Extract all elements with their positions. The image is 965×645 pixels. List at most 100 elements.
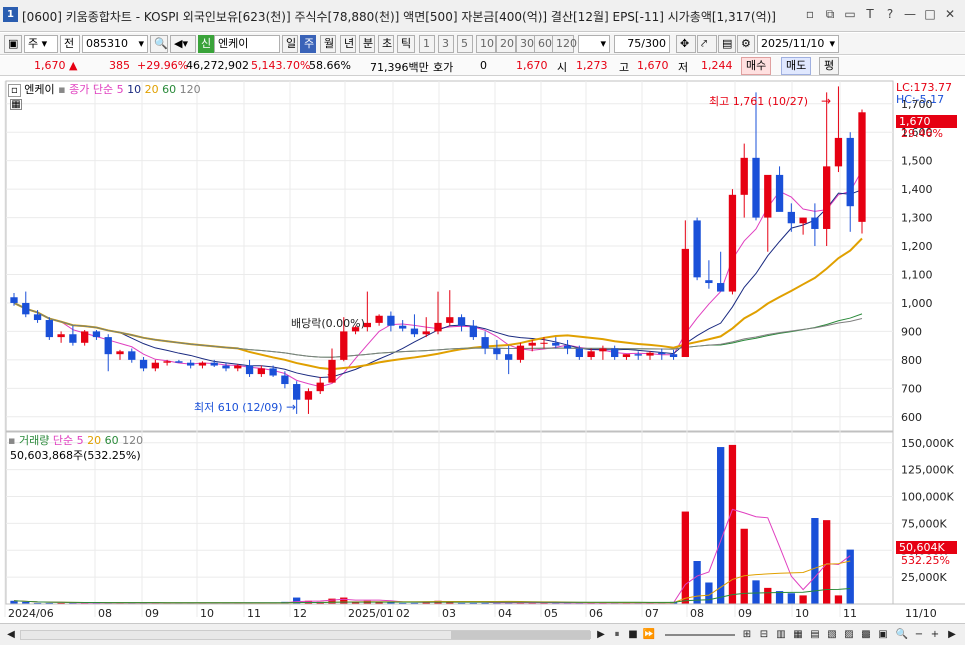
stop-icon[interactable]: ■ <box>626 627 640 642</box>
period-select[interactable]: 주 ▾ <box>24 35 58 53</box>
stock-code-input[interactable]: 085310 ▾ <box>82 35 148 53</box>
interval-120[interactable]: 120 <box>552 35 577 53</box>
zoom-area-icon[interactable]: ⊟ <box>757 627 771 642</box>
price-legend: ▫ 엔케이 ▪ 종가 단순 5 10 20 60 120 <box>8 81 201 97</box>
volume-bar <box>764 587 772 604</box>
open-price: 1,273 <box>576 59 608 72</box>
time-tick-label: 06 <box>589 607 603 620</box>
candlestick-chart[interactable]: 1,7001,6001,5001,4001,3001,2001,1001,000… <box>0 77 965 623</box>
interval-5[interactable]: 5 <box>457 35 473 53</box>
sound-icon[interactable]: ◀▾ <box>170 35 196 53</box>
volume-tag: 50,604K <box>899 541 945 554</box>
zoom-search-icon[interactable]: 🔍 <box>895 627 909 642</box>
help-icon[interactable]: ? <box>883 6 897 22</box>
tab-year[interactable]: 년 <box>340 35 356 53</box>
price-tick-label: 1,100 <box>901 268 933 281</box>
interval-30[interactable]: 30 <box>516 35 536 53</box>
interval-60[interactable]: 60 <box>534 35 554 53</box>
table-icon[interactable]: ▦ <box>10 99 22 110</box>
volume-bar <box>799 595 807 604</box>
cascade-icon[interactable]: ⧉ <box>823 6 837 22</box>
candle <box>10 297 18 303</box>
candle <box>410 328 419 335</box>
interval-1[interactable]: 1 <box>419 35 435 53</box>
search-icon[interactable]: 🔍 <box>150 35 168 53</box>
current-pct-tag: 29.46% <box>901 127 943 140</box>
minimize-icon[interactable]: — <box>903 6 917 22</box>
time-tick-label: 11 <box>843 607 857 620</box>
candle <box>210 362 218 366</box>
time-tick-label: 12 <box>293 607 307 620</box>
pause-icon[interactable]: ⏸ <box>610 627 624 642</box>
font-icon[interactable]: T <box>863 6 877 22</box>
crosshair-icon[interactable]: ✥ <box>676 35 696 53</box>
layout-icon[interactable]: ▣ <box>4 35 22 53</box>
trend-icon[interactable]: ⤤ <box>697 35 717 53</box>
candle <box>693 220 701 278</box>
tab-second[interactable]: 초 <box>378 35 394 53</box>
candle <box>269 368 277 376</box>
candle <box>281 375 289 385</box>
sell-button[interactable]: 매도 <box>781 57 812 75</box>
scrollbar-track[interactable] <box>20 630 591 640</box>
scroll-left-icon[interactable]: ◀ <box>4 627 18 642</box>
interval-20[interactable]: 20 <box>496 35 516 53</box>
average-button[interactable]: 평 <box>819 57 840 75</box>
tab-week[interactable]: 주 <box>300 35 316 53</box>
volume-bar <box>728 444 737 604</box>
date-field[interactable]: 2025/11/10 ▾ <box>757 35 839 53</box>
overlay-icon[interactable]: ▨ <box>842 627 856 642</box>
chart-type-icon[interactable]: ▥ <box>774 627 788 642</box>
turnover-rate: 58.66% <box>309 59 351 72</box>
zoom-slider[interactable] <box>665 634 735 636</box>
candle <box>399 325 407 329</box>
stock-type-select[interactable]: 전 <box>60 35 80 53</box>
candle-style-icon[interactable]: ▤ <box>808 627 822 642</box>
indicator-icon[interactable]: ▧ <box>825 627 839 642</box>
candle <box>434 322 442 332</box>
maximize-icon[interactable]: □ <box>923 6 937 22</box>
zoom-in-icon[interactable]: + <box>928 627 942 642</box>
interval-10[interactable]: 10 <box>476 35 496 53</box>
candle <box>528 342 536 346</box>
legend-box-icon[interactable]: ▫ <box>8 84 21 97</box>
tab-minute[interactable]: 분 <box>359 35 375 53</box>
tab-day[interactable]: 일 <box>282 35 298 53</box>
candle <box>752 157 760 218</box>
hoga-label: 호가 <box>433 61 454 74</box>
restore-icon[interactable]: ▫ <box>803 6 817 22</box>
scroll-right-icon[interactable]: ▶ <box>945 627 959 642</box>
fast-forward-icon[interactable]: ⏩ <box>642 627 656 642</box>
chart-area[interactable]: 1,700 1,600 1,500 1,400 1,300 1,200 1,100 1,000… <box>0 77 965 623</box>
close-icon[interactable]: ✕ <box>943 6 957 22</box>
time-tick-label: 2025/01 <box>348 607 394 620</box>
custom-interval-select[interactable]: ▾ <box>578 35 610 53</box>
legend-ma-bullet-icon: ▪ <box>58 83 66 96</box>
play-back-icon[interactable]: ▶ <box>594 627 608 642</box>
zoom-out-icon[interactable]: − <box>912 627 926 642</box>
stock-name-field[interactable]: 엔케이 <box>214 35 280 53</box>
candle <box>622 354 631 358</box>
dividend-annotation: 배당락(0.00%) <box>291 317 365 330</box>
bar-count-field[interactable]: 75/300 <box>614 35 670 53</box>
legend-ma-60: 60 <box>162 83 177 96</box>
chart-toolbar: ▣ 주 ▾ 전 085310 ▾ 🔍 ◀▾ 신 엔케이 일 주 월 년 분 초 틱… <box>0 33 965 55</box>
print-icon[interactable]: ▣ <box>876 627 890 642</box>
candle <box>658 352 666 355</box>
tab-month[interactable]: 월 <box>320 35 336 53</box>
tab-tick[interactable]: 틱 <box>397 35 415 53</box>
zoom-fit-icon[interactable]: ⊞ <box>740 627 754 642</box>
save-icon[interactable]: ▤ <box>718 35 736 53</box>
candle <box>387 315 395 326</box>
interval-3[interactable]: 3 <box>438 35 454 53</box>
grid-toggle-icon[interactable]: ▦ <box>791 627 805 642</box>
settings-icon[interactable]: ⚙ <box>737 35 755 53</box>
buy-button[interactable]: 매수 <box>741 57 772 75</box>
tile-icon[interactable]: ▭ <box>843 6 857 22</box>
scrollbar-thumb[interactable] <box>451 631 591 639</box>
candle <box>611 348 619 358</box>
export-icon[interactable]: ▩ <box>859 627 873 642</box>
window-controls: ▫ ⧉ ▭ T ? — □ ✕ <box>803 6 957 22</box>
open-label: 시 <box>557 61 568 74</box>
candle <box>516 345 525 360</box>
